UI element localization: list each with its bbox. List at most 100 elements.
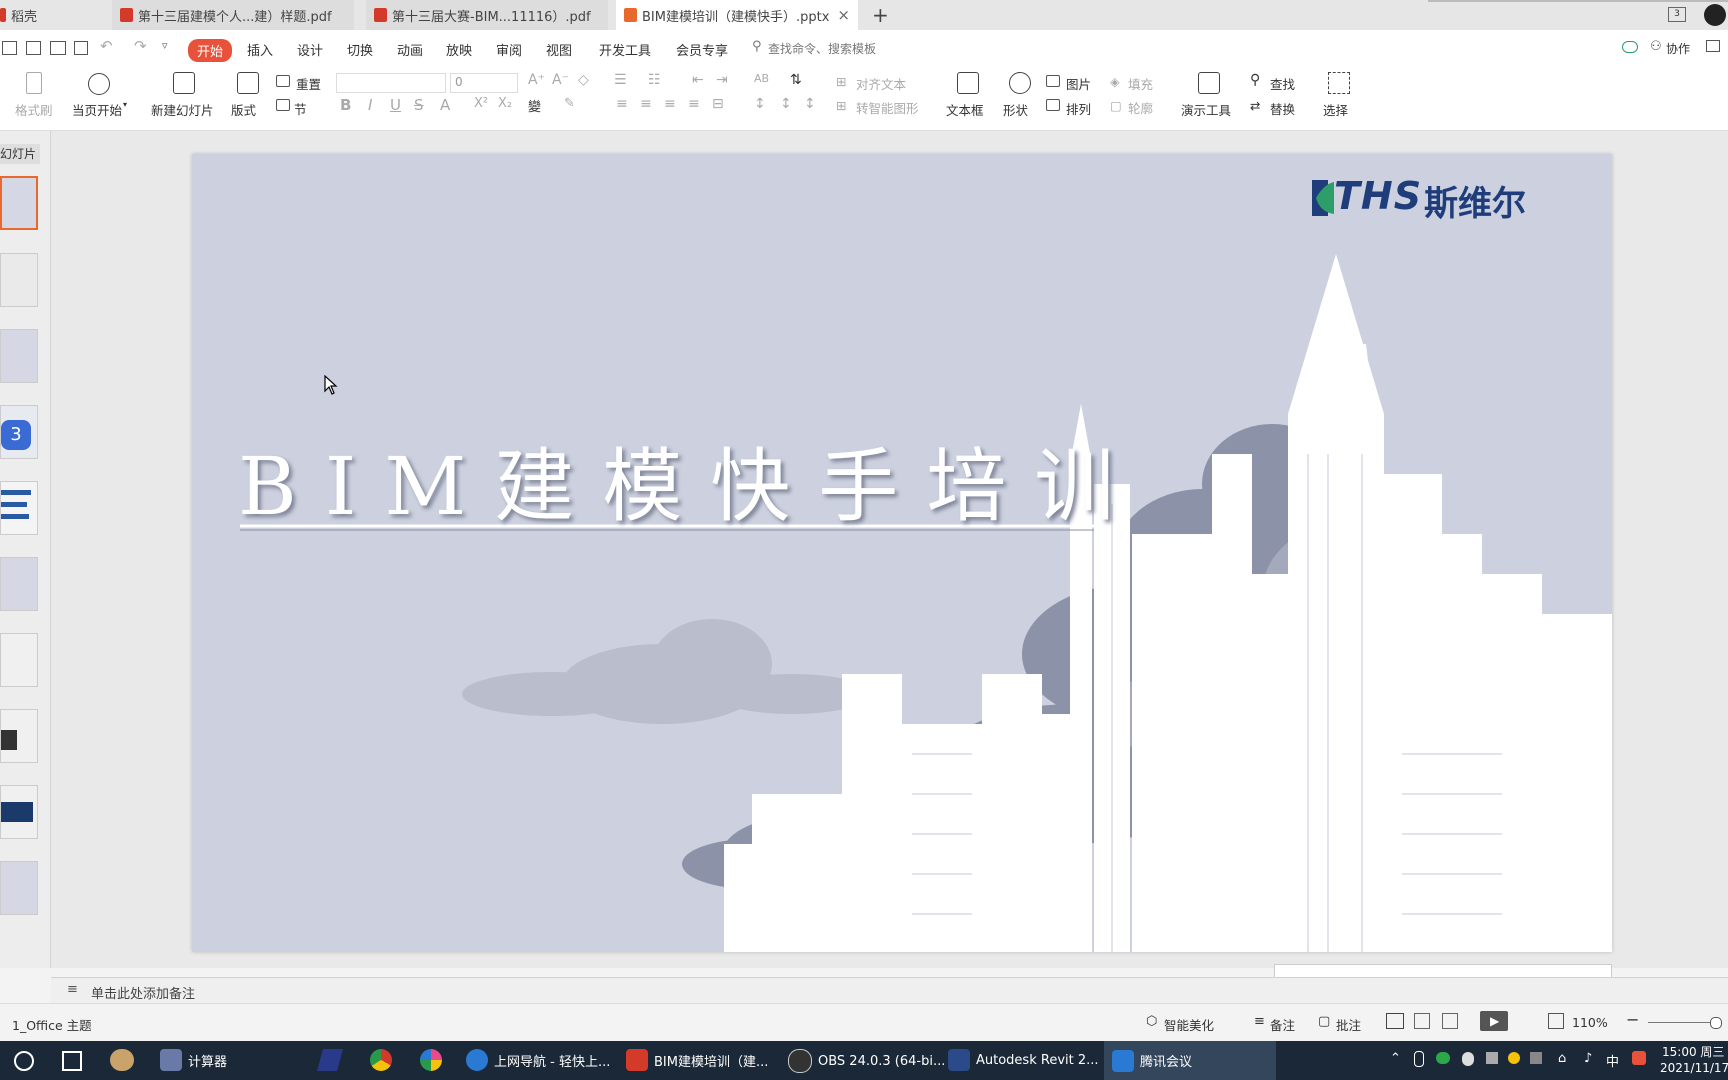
zoom-slider-handle[interactable] (1710, 1017, 1722, 1029)
menu-developer[interactable]: 开发工具 (599, 40, 651, 59)
paint-app-icon[interactable] (110, 1049, 134, 1071)
slide-thumbnail[interactable] (0, 557, 38, 611)
menu-member[interactable]: 会员专享 (676, 40, 728, 59)
menu-transition[interactable]: 切换 (347, 40, 373, 59)
tab-docer[interactable]: 稻壳 (0, 0, 110, 30)
font-name-select[interactable] (336, 73, 446, 93)
slide-thumbnail[interactable] (0, 253, 38, 307)
strikethrough-icon[interactable]: S (414, 96, 424, 114)
chrome-icon[interactable] (370, 1049, 392, 1071)
shrink-font-icon[interactable]: A⁻ (552, 72, 569, 88)
qq-icon[interactable] (1462, 1052, 1474, 1066)
outline-button[interactable]: 轮廓 (1128, 98, 1153, 117)
arrange-button[interactable]: 排列 (1066, 99, 1091, 118)
fit-window-icon[interactable] (1548, 1013, 1564, 1029)
font-size-select[interactable]: 0 (450, 73, 518, 93)
new-slide-button[interactable]: 新建幻灯片 (151, 100, 214, 119)
notes-toggle-button[interactable]: 备注 (1270, 1015, 1295, 1034)
fill-button[interactable]: 填充 (1128, 74, 1153, 93)
window-count-badge[interactable]: 3 (1668, 7, 1686, 22)
slide-thumbnail[interactable] (0, 633, 38, 687)
normal-view-icon[interactable] (1386, 1013, 1404, 1029)
share-icon[interactable] (1706, 40, 1720, 52)
tray-app-icon[interactable] (1530, 1052, 1542, 1064)
volume-icon[interactable]: ♪ (1584, 1051, 1592, 1066)
align-left-icon[interactable]: ≡ (616, 96, 628, 112)
notes-placeholder[interactable]: 单击此处添加备注 (91, 983, 195, 1002)
align-text-button[interactable]: 对齐文本 (856, 74, 906, 93)
slide-thumbnail[interactable] (0, 785, 38, 839)
present-tools-button[interactable]: 演示工具 (1181, 100, 1231, 119)
avatar[interactable] (1704, 4, 1726, 26)
tab-pdf-1[interactable]: 第十三届建模个人...建）样题.pdf (112, 0, 354, 30)
menu-animation[interactable]: 动画 (397, 40, 423, 59)
taskbar-revit[interactable]: Autodesk Revit 2... (948, 1049, 1099, 1071)
new-tab-button[interactable]: + (872, 3, 889, 27)
command-search[interactable]: 查找命令、搜索模板 (768, 40, 876, 57)
slide-thumbnail[interactable] (0, 481, 38, 535)
print-icon[interactable] (50, 41, 66, 55)
redo-icon[interactable]: ↷ (134, 37, 147, 55)
slide-thumbnail[interactable] (0, 176, 38, 230)
quick-toolbar[interactable] (1274, 964, 1612, 977)
grid-view-icon[interactable] (1414, 1013, 1430, 1029)
slide-thumbnail[interactable] (0, 329, 38, 383)
pen-app-icon[interactable] (317, 1049, 343, 1071)
menu-insert[interactable]: 插入 (247, 40, 273, 59)
ime-indicator[interactable]: 中 (1606, 1051, 1619, 1070)
distribute-icon[interactable]: ⊟ (712, 96, 724, 112)
notes-pane[interactable]: ≡ 单击此处添加备注 (51, 977, 1728, 1003)
layout-button[interactable]: 版式 (231, 100, 256, 119)
sogou-icon[interactable] (1632, 1051, 1646, 1065)
slide-title[interactable]: BIM建模快手培训 (238, 422, 1142, 538)
play-slideshow-button[interactable]: ▶ (1480, 1011, 1508, 1031)
textbox-button[interactable]: 文本框 (946, 100, 984, 119)
beautify-button[interactable]: 智能美化 (1164, 1015, 1214, 1034)
superscript-icon[interactable]: X² (474, 96, 488, 111)
slide-thumbnail[interactable] (0, 709, 38, 763)
cloud-sync-icon[interactable] (1622, 41, 1638, 53)
preview-icon[interactable] (74, 41, 88, 55)
numbering-icon[interactable]: ☷ (648, 72, 661, 88)
zoom-level[interactable]: 110% (1572, 1015, 1608, 1030)
zoom-out-icon[interactable]: − (1626, 1010, 1639, 1029)
slide-thumbnail[interactable]: 3 (0, 405, 38, 459)
spacing-icon[interactable]: ↕ (804, 96, 816, 112)
reading-view-icon[interactable] (1442, 1013, 1458, 1029)
clock-date[interactable]: 2021/11/17 (1660, 1061, 1728, 1075)
align-right-icon[interactable]: ≡ (664, 96, 676, 112)
taskbar-tencent-meeting[interactable]: 腾讯会议 (1104, 1041, 1276, 1080)
menu-design[interactable]: 设计 (297, 40, 323, 59)
undo-icon[interactable]: ↶ (100, 37, 113, 55)
justify-icon[interactable]: ≡ (688, 96, 700, 112)
font-color-icon[interactable]: A (440, 96, 450, 114)
taskbar-calculator[interactable]: 计算器 (160, 1049, 227, 1071)
line-spacing-icon[interactable]: ↕ (754, 96, 766, 112)
chevron-down-icon[interactable]: ▿ (162, 39, 168, 52)
text-direction-icon[interactable]: AB (754, 72, 769, 85)
indent-increase-icon[interactable]: ⇥ (716, 72, 728, 88)
bold-icon[interactable]: B (340, 96, 351, 114)
tab-pdf-2[interactable]: 第十三届大赛-BIM...11116）.pdf (366, 0, 608, 30)
collab-button[interactable]: 协作 (1666, 40, 1690, 57)
italic-icon[interactable]: I (368, 96, 372, 114)
shape-button[interactable]: 形状 (1003, 100, 1028, 119)
taskbar-browser-nav[interactable]: 上网导航 - 轻快上... (466, 1049, 610, 1071)
play-from-current-button[interactable]: 当页开始 (72, 100, 122, 119)
tray-app-icon[interactable] (1508, 1052, 1520, 1064)
export-icon[interactable] (26, 41, 41, 55)
tab-pptx[interactable]: BIM建模培训（建模快手）.pptx × (616, 0, 858, 30)
align-center-icon[interactable]: ≡ (640, 96, 652, 112)
microphone-icon[interactable] (1414, 1051, 1424, 1067)
replace-button[interactable]: 替换 (1270, 99, 1295, 118)
menu-review[interactable]: 审阅 (496, 40, 522, 59)
find-button[interactable]: 查找 (1270, 74, 1295, 93)
search-icon[interactable]: ⚲ (752, 39, 762, 54)
close-icon[interactable]: × (837, 6, 850, 24)
comments-button[interactable]: 批注 (1336, 1015, 1361, 1034)
bullets-icon[interactable]: ☰ (614, 72, 627, 88)
select-button[interactable]: 选择 (1323, 100, 1348, 119)
taskbar-obs[interactable]: OBS 24.0.3 (64-bi... (788, 1049, 945, 1073)
slide-thumbnail[interactable] (0, 861, 38, 915)
highlight-icon[interactable]: ✎ (564, 96, 575, 111)
